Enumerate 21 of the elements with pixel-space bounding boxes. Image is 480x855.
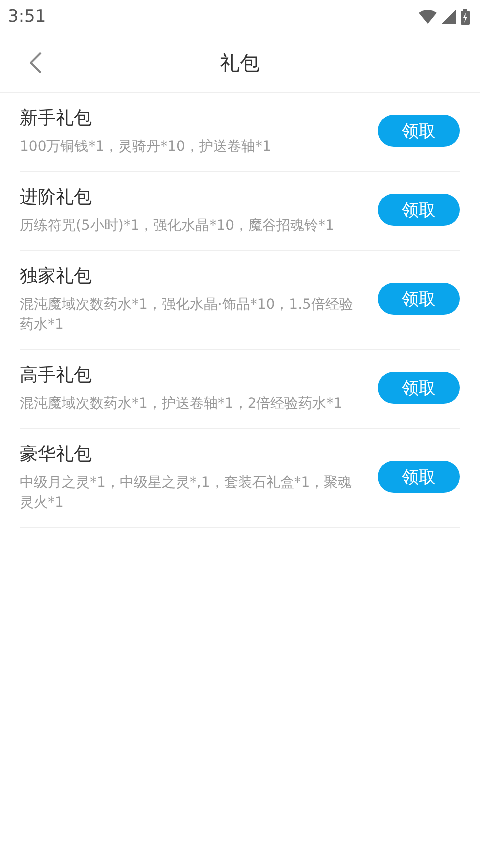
wifi-icon (419, 10, 437, 24)
gift-name: 进阶礼包 (20, 186, 93, 210)
battery-icon (461, 9, 470, 25)
status-time: 3:51 (8, 7, 46, 27)
claim-button[interactable]: 领取 (378, 283, 460, 315)
claim-button[interactable]: 领取 (378, 115, 460, 147)
back-icon (30, 52, 42, 74)
gift-contents: 100万铜钱*1，灵骑丹*10，护送卷轴*1 (20, 138, 272, 157)
gift-name: 独家礼包 (20, 265, 93, 289)
gift-contents: 混沌魔域次数药水*1，护送卷轴*1，2倍经验药水*1 (20, 395, 344, 414)
gift-contents: 混沌魔域次数药水*1，强化水晶·饰品*10，1.5倍经验药水*1 (20, 296, 354, 335)
claim-button[interactable]: 领取 (378, 372, 460, 404)
claim-button[interactable]: 领取 (378, 194, 460, 226)
signal-icon (442, 10, 456, 24)
page-title: 礼包 (219, 50, 261, 76)
gift-name: 新手礼包 (20, 107, 93, 131)
claim-button[interactable]: 领取 (378, 461, 460, 493)
gift-contents: 中级月之灵*1，中级星之灵*,1，套装石礼盒*1，聚魂灵火*1 (20, 474, 354, 513)
gift-name: 高手礼包 (20, 364, 93, 388)
gift-contents: 历练符咒(5小时)*1，强化水晶*10，魔谷招魂铃*1 (20, 217, 336, 236)
gift-name: 豪华礼包 (20, 443, 93, 467)
